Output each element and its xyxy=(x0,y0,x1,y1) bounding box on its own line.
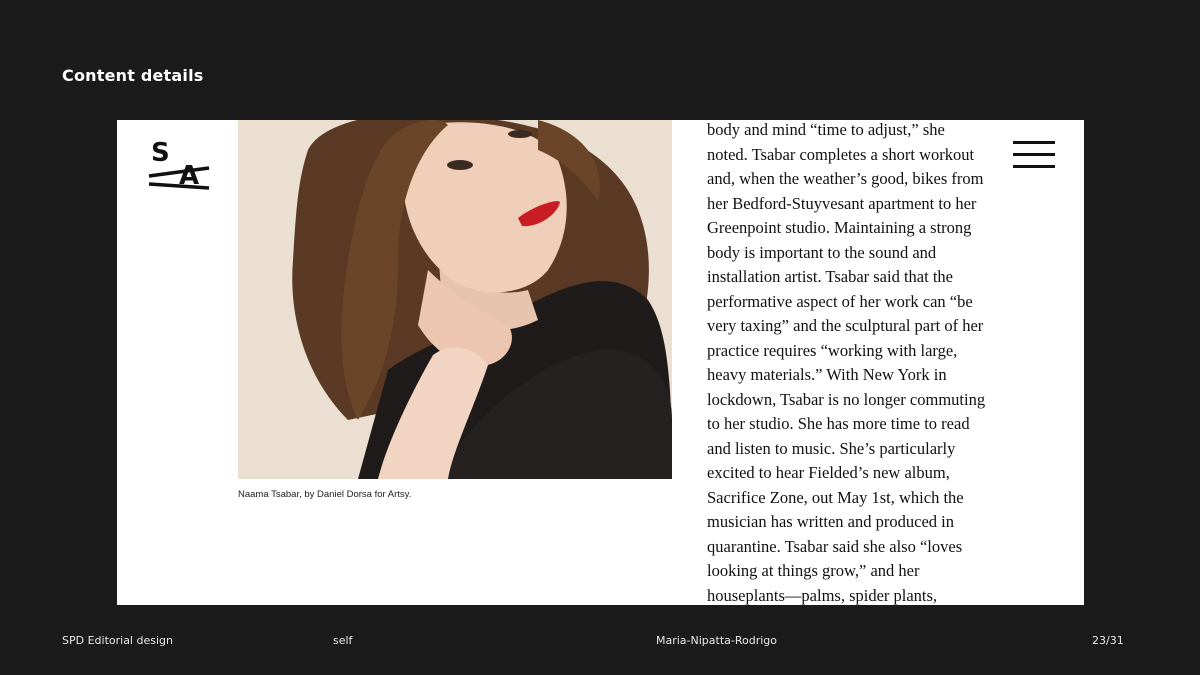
menu-bar xyxy=(1013,141,1055,144)
article-line: performative aspect of her work can “be xyxy=(707,291,973,311)
article-line: Greenpoint studio. Maintaining a strong xyxy=(707,218,972,237)
article-line: practice requires “working with large, xyxy=(707,340,958,360)
footer-author: Maria-Nipatta-Rodrigo xyxy=(656,634,778,647)
article-line: musician has written and produced in xyxy=(707,512,954,531)
footer-type: self xyxy=(333,634,353,647)
article-line: to her studio. She has more time to read xyxy=(707,414,970,433)
article-line: noted. Tsabar completes a short workout xyxy=(707,144,975,164)
sa-logo[interactable]: S A xyxy=(147,132,211,192)
article-line: Sacrifice Zone, out May 1st, which the xyxy=(707,487,964,507)
hamburger-menu-icon[interactable] xyxy=(1013,139,1057,171)
portrait-illustration xyxy=(238,120,672,479)
website-screenshot: S A Naama Tsabar, by Daniel Dorsa for Ar… xyxy=(117,120,1084,605)
article-line: excited to hear Fielded’s new album, xyxy=(707,463,950,482)
article-body: body and mind “time to adjust,” she note… xyxy=(707,120,1007,605)
footer-project: SPD Editorial design xyxy=(62,634,173,647)
menu-bar xyxy=(1013,165,1055,168)
logo-mark: S A xyxy=(148,138,210,191)
article-line: and, when the weather’s good, bikes from xyxy=(707,169,984,188)
article-line: looking at things grow,” and her xyxy=(707,561,920,580)
menu-bar xyxy=(1013,153,1055,156)
article-line: houseplants—palms, spider plants, xyxy=(707,585,938,605)
article-line: lockdown, Tsabar is no longer commuting xyxy=(707,389,986,409)
footer-page-number: 23/31 xyxy=(1092,634,1124,647)
article-line: body and mind “time to adjust,” she xyxy=(707,120,945,139)
article-line: and listen to music. She’s particularly xyxy=(707,438,956,458)
article-line: heavy materials.” With New York in xyxy=(707,365,947,384)
article-line: very taxing” and the sculptural part of … xyxy=(707,316,984,335)
slide-title: Content details xyxy=(62,66,204,85)
portrait-photo xyxy=(238,120,672,479)
article-line: her Bedford-Stuyvesant apartment to her xyxy=(707,193,977,213)
logo-letter-s: S xyxy=(151,138,170,168)
article-line: quarantine. Tsabar said she also “loves xyxy=(707,536,963,556)
article-line: installation artist. Tsabar said that th… xyxy=(707,267,953,286)
article-line: body is important to the sound and xyxy=(707,242,937,262)
photo-caption: Naama Tsabar, by Daniel Dorsa for Artsy. xyxy=(238,489,412,500)
